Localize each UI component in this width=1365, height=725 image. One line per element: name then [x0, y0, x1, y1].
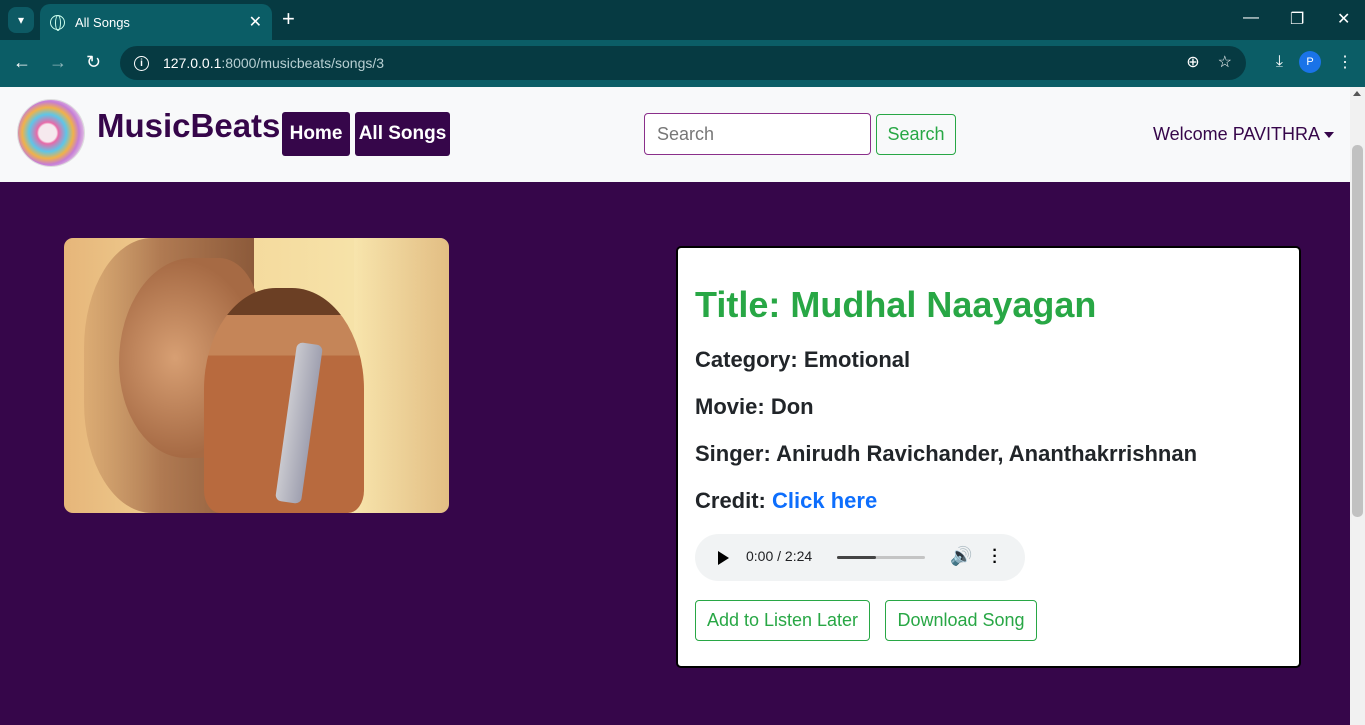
movie-label: Movie: [695, 394, 765, 419]
url-host: 127.0.0.1 [163, 55, 222, 71]
page: MusicBeats Home All Songs Search Welcome… [0, 87, 1350, 725]
minimize-button[interactable]: — [1243, 9, 1259, 27]
scrollbar-thumb[interactable] [1352, 145, 1363, 517]
scroll-up-icon[interactable] [1353, 91, 1361, 96]
search-button[interactable]: Search [876, 114, 956, 155]
site-info-icon[interactable]: i [134, 55, 149, 71]
globe-icon [50, 14, 65, 31]
volume-icon[interactable]: 🔊 [950, 546, 972, 567]
home-button[interactable]: Home [282, 112, 350, 156]
browser-tab[interactable]: All Songs ✕ [40, 4, 272, 40]
profile-avatar[interactable]: P [1299, 51, 1321, 73]
audio-seek-fill [837, 556, 876, 559]
browser-tabbar: ▾ All Songs ✕ + — ❐ ✕ [0, 0, 1365, 40]
audio-player: 0:00 / 2:24 🔊 · · · [695, 534, 1025, 581]
singer-label: Singer: [695, 441, 771, 466]
address-bar[interactable]: i 127.0.0.1:8000/musicbeats/songs/3 ⊕ ☆ [120, 46, 1246, 80]
audio-seek-bar[interactable] [837, 556, 925, 559]
download-song-button[interactable]: Download Song [885, 600, 1037, 641]
category-label: Category: [695, 347, 798, 372]
movie-value: Don [770, 394, 814, 419]
singer-value: Anirudh Ravichander, Ananthakrrishnan [776, 441, 1198, 466]
song-movie: Movie: Don [695, 394, 814, 420]
song-cover-image [64, 238, 449, 513]
category-value: Emotional [803, 347, 911, 372]
close-window-button[interactable]: ✕ [1337, 9, 1350, 29]
credit-link[interactable]: Click here [772, 488, 877, 513]
caret-down-icon [1324, 132, 1335, 139]
song-credit: Credit: Click here [695, 488, 877, 514]
search-input[interactable] [644, 113, 871, 155]
page-scrollbar[interactable] [1350, 87, 1365, 725]
site-navbar: MusicBeats Home All Songs Search Welcome… [0, 87, 1350, 182]
song-singer: Singer: Anirudh Ravichander, Ananthakrri… [695, 441, 1197, 467]
bookmark-star-icon[interactable]: ☆ [1218, 52, 1232, 72]
download-icon[interactable]: ⤓ [1276, 53, 1283, 71]
back-icon[interactable]: ← [13, 52, 31, 73]
zoom-icon[interactable]: ⊕ [1186, 52, 1199, 72]
forward-icon[interactable]: → [49, 52, 67, 73]
song-category: Category: Emotional [695, 347, 910, 373]
close-tab-icon[interactable]: ✕ [249, 12, 262, 32]
play-icon[interactable] [718, 551, 729, 565]
song-details-card: Title: Mudhal Naayagan Category: Emotion… [676, 246, 1301, 668]
tab-title: All Songs [75, 14, 130, 30]
more-options-icon[interactable]: · · · [992, 543, 998, 571]
restore-button[interactable]: ❐ [1290, 9, 1304, 29]
url-path: :8000/musicbeats/songs/3 [221, 55, 385, 71]
all-songs-button[interactable]: All Songs [355, 112, 450, 156]
audio-time: 0:00 / 2:24 [746, 548, 813, 564]
tab-search-button[interactable]: ▾ [8, 7, 34, 33]
add-to-listen-later-button[interactable]: Add to Listen Later [695, 600, 870, 641]
brand-name[interactable]: MusicBeats [97, 107, 280, 145]
reload-icon[interactable]: ↻ [86, 52, 101, 73]
welcome-text: Welcome PAVITHRA [1153, 124, 1321, 144]
site-logo[interactable] [18, 100, 84, 166]
user-menu-toggle[interactable]: Welcome PAVITHRA [1153, 124, 1335, 145]
browser-toolbar: ← → ↻ i 127.0.0.1:8000/musicbeats/songs/… [0, 40, 1365, 87]
browser-menu-icon[interactable]: ⋮ [1337, 52, 1353, 72]
cover-art-glow [354, 238, 449, 513]
credit-label: Credit: [695, 488, 766, 513]
new-tab-button[interactable]: + [282, 8, 295, 30]
song-title: Title: Mudhal Naayagan [695, 284, 1097, 325]
